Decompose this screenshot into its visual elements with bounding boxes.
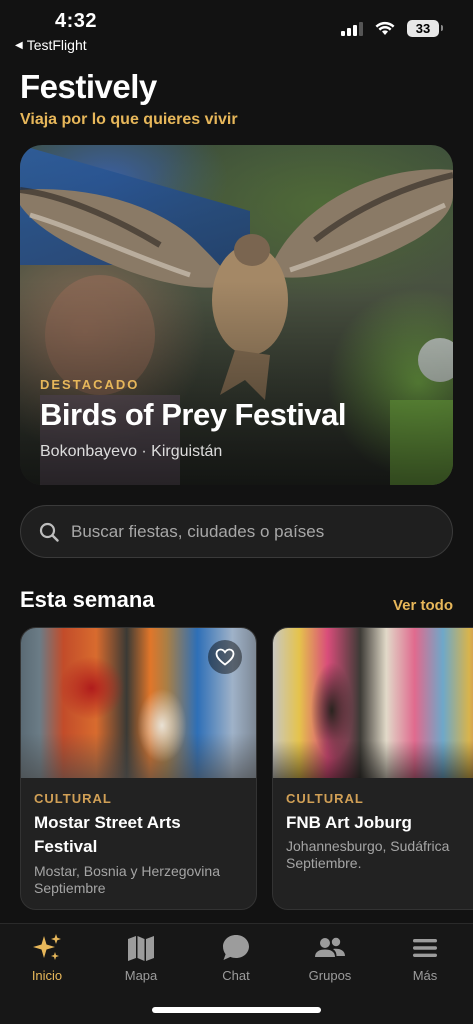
tab-mapa[interactable]: Mapa <box>101 932 181 983</box>
event-category: CULTURAL <box>34 791 112 806</box>
event-name: Mostar Street Arts Festival <box>34 813 181 856</box>
event-month: Septiembre <box>34 880 106 896</box>
status-indicators: 33 <box>341 20 443 37</box>
tab-label: Mapa <box>124 968 158 983</box>
app-subtitle: Viaja por lo que quieres vivir <box>20 111 238 128</box>
tab-label: Grupos <box>308 968 352 983</box>
back-to-app-link[interactable]: ◀ TestFlight <box>15 37 87 53</box>
back-triangle-icon: ◀ <box>15 39 23 51</box>
favorite-button[interactable] <box>208 640 242 674</box>
tab-inicio[interactable]: Inicio <box>7 932 87 983</box>
search-bar[interactable] <box>20 505 453 558</box>
event-name: FNB Art Joburg <box>286 813 412 832</box>
groups-icon <box>315 937 345 957</box>
tab-label: Inicio <box>31 968 63 983</box>
featured-card[interactable]: DESTACADO Birds of Prey Festival Bokonba… <box>20 145 453 485</box>
event-place: Mostar, Bosnia y Herzegovina <box>34 863 220 879</box>
app-title: Festively <box>20 68 157 105</box>
event-image <box>273 628 473 778</box>
status-time: 4:32 <box>55 10 98 32</box>
search-input[interactable] <box>71 521 431 542</box>
event-category: CULTURAL <box>286 791 364 806</box>
tab-mas[interactable]: Más <box>385 932 465 983</box>
tab-label: Chat <box>222 968 250 983</box>
battery-icon: 33 <box>407 20 443 37</box>
event-month: Septiembre. <box>286 855 362 871</box>
tab-label: Más <box>412 968 438 983</box>
cellular-signal-icon <box>341 21 363 36</box>
see-all-link[interactable]: Ver todo <box>393 597 453 614</box>
featured-location: Bokonbayevo · Kirguistán <box>40 443 223 460</box>
featured-title: Birds of Prey Festival <box>40 397 347 432</box>
heart-icon <box>215 648 235 666</box>
event-card[interactable]: CULTURAL Mostar Street Arts Festival Mos… <box>20 627 257 910</box>
featured-image-shade <box>20 145 453 485</box>
menu-icon <box>413 939 437 957</box>
back-app-label: TestFlight <box>26 37 87 53</box>
featured-badge: DESTACADO <box>40 377 140 392</box>
event-place: Johannesburgo, Sudáfrica <box>286 838 450 854</box>
tab-chat[interactable]: Chat <box>196 932 276 983</box>
status-bar: 4:32 ◀ TestFlight 33 <box>0 0 473 60</box>
sparkles-icon <box>33 934 61 960</box>
search-icon <box>39 522 59 542</box>
wifi-icon <box>375 21 395 35</box>
event-card[interactable]: CULTURAL FNB Art Joburg Johannesburgo, S… <box>272 627 473 910</box>
chat-icon <box>223 935 249 960</box>
tab-grupos[interactable]: Grupos <box>290 932 370 983</box>
section-title: Esta semana <box>20 587 155 612</box>
map-icon <box>128 936 154 961</box>
home-indicator[interactable] <box>152 1007 321 1013</box>
